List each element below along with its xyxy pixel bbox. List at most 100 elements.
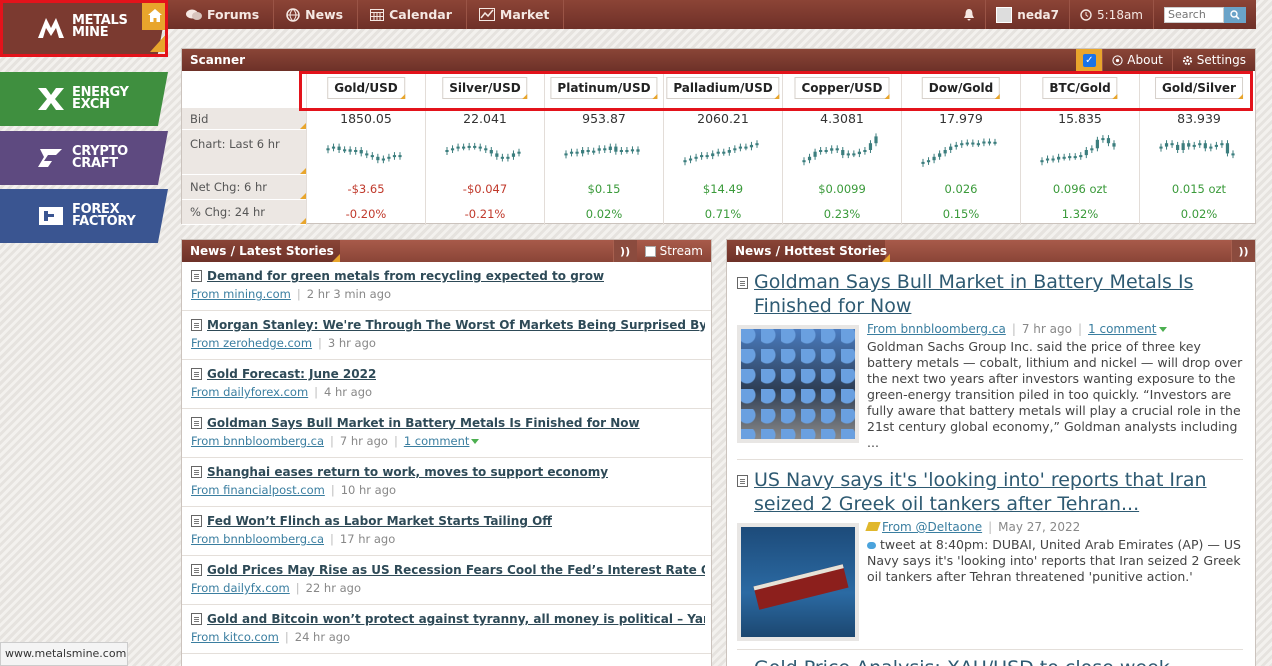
story-source[interactable]: From dailyforex.com	[191, 385, 308, 399]
list-item: Shanghai eases return to work, moves to …	[182, 458, 711, 507]
instrument-symbol[interactable]: Dow/Gold	[921, 77, 1001, 99]
story-age: 4 hr ago	[324, 385, 373, 399]
instrument-symbol[interactable]: BTC/Gold	[1042, 77, 1118, 99]
story-title[interactable]: Morgan Stanley: We're Through The Worst …	[207, 318, 705, 332]
user-menu[interactable]: neda7	[985, 0, 1069, 29]
instrument-symbol[interactable]: Copper/USD	[794, 77, 890, 99]
list-item: Gold and Bitcoin won’t protect against t…	[182, 605, 711, 654]
story-source[interactable]: From mining.com	[191, 287, 291, 301]
hottest-stories-header: News / Hottest Stories ))	[727, 240, 1255, 262]
hot-story-body: tweet at 8:40pm: DUBAI, United Arab Emir…	[867, 537, 1241, 584]
hot-story-source[interactable]: From bnnbloomberg.ca	[867, 322, 1006, 336]
hot-story-age: 7 hr ago	[1021, 322, 1072, 336]
nav-calendar[interactable]: Calendar	[358, 0, 467, 29]
instrument-sparkline[interactable]	[1158, 129, 1236, 171]
story-source[interactable]: From financialpost.com	[191, 483, 325, 497]
story-source[interactable]: From kitco.com	[191, 630, 279, 644]
status-bar-url: www.metalsmine.com	[0, 642, 128, 666]
instrument-sparkline[interactable]	[801, 129, 879, 171]
stream-label: Stream	[659, 244, 703, 258]
search-input[interactable]	[1164, 6, 1224, 23]
hot-story-title[interactable]: Goldman Says Bull Market in Battery Meta…	[754, 270, 1243, 318]
instrument-net-change: 0.026	[944, 182, 978, 196]
story-source[interactable]: From dailyfx.com	[191, 581, 290, 595]
story-source[interactable]: From zerohedge.com	[191, 336, 312, 350]
tab-corner-decoration	[882, 254, 890, 262]
story-comments[interactable]: 1 comment	[404, 434, 470, 448]
instrument-symbol[interactable]: Gold/Silver	[1155, 77, 1243, 99]
story-source[interactable]: From bnnbloomberg.ca	[191, 532, 324, 546]
instrument-pct-change: -0.20%	[345, 207, 387, 221]
scanner-about-link[interactable]: About	[1102, 49, 1171, 71]
instrument-symbol[interactable]: Platinum/USD	[550, 77, 658, 99]
username: neda7	[1017, 7, 1059, 22]
document-icon	[191, 270, 202, 282]
story-title[interactable]: Gold Forecast: June 2022	[207, 367, 376, 381]
nav-forums[interactable]: Forums	[168, 0, 275, 29]
instrument-symbol[interactable]: Palladium/USD	[666, 77, 781, 99]
story-title[interactable]: Gold Prices May Rise as US Recession Fea…	[207, 563, 705, 577]
scanner-panel: Scanner ✓ About Settings Bid Chart: Last…	[181, 48, 1256, 225]
search-button[interactable]	[1224, 6, 1246, 23]
story-title[interactable]: Gold and Bitcoin won’t protect against t…	[207, 612, 705, 626]
stream-toggle[interactable]: Stream	[637, 244, 711, 258]
brand-label-2: MINE	[72, 25, 109, 40]
avatar	[996, 6, 1013, 23]
clock[interactable]: 5:18am	[1069, 0, 1153, 29]
top-navigation-bar: Forums News Calendar Market neda7 5:18am	[168, 0, 1256, 29]
instrument-sparkline[interactable]	[563, 129, 641, 171]
latest-stories-panel: News / Latest Stories )) Stream Demand f…	[181, 239, 712, 666]
instrument-symbol[interactable]: Silver/USD	[442, 77, 529, 99]
instrument-pct-change: 0.02%	[1180, 207, 1218, 221]
notifications-button[interactable]	[953, 0, 985, 29]
hot-story: Goldman Says Bull Market in Battery Meta…	[727, 262, 1255, 460]
instrument-net-change: 0.096 ozt	[1052, 182, 1108, 196]
search-box	[1153, 0, 1256, 29]
story-age: 3 hr ago	[327, 336, 376, 350]
scanner-settings-link[interactable]: Settings	[1171, 49, 1255, 71]
audio-toggle-button[interactable]: ))	[1231, 240, 1255, 262]
document-icon	[191, 564, 202, 576]
latest-stories-title: News / Latest Stories	[190, 244, 334, 258]
nav-market[interactable]: Market	[467, 0, 565, 29]
row-label-bid: Bid	[182, 108, 306, 130]
nav-news-label: News	[305, 7, 344, 22]
story-title[interactable]: Goldman Says Bull Market in Battery Meta…	[207, 416, 640, 430]
hot-story: Gold Price Analysis: XAU/USD to close we…	[727, 650, 1255, 666]
hot-story-comments[interactable]: 1 comment	[1088, 322, 1156, 336]
instrument-net-change: -$3.65	[347, 182, 385, 196]
scanner-title: Scanner	[190, 53, 245, 67]
instrument-bid: 4.3081	[820, 111, 864, 126]
home-icon	[147, 8, 162, 22]
instrument-symbol[interactable]: Gold/USD	[327, 77, 405, 99]
brand-forex-factory[interactable]: FOREX FACTORY	[0, 189, 168, 243]
story-title[interactable]: Demand for green metals from recycling e…	[207, 269, 604, 283]
scanner-column: Platinum/USD 953.87 $0.15 0.02%	[544, 71, 663, 225]
hot-story-title[interactable]: Gold Price Analysis: XAU/USD to close we…	[754, 656, 1188, 666]
instrument-sparkline[interactable]	[1039, 129, 1117, 171]
home-button[interactable]	[142, 0, 167, 30]
brand-label-2: EXCH	[72, 97, 110, 112]
story-title[interactable]: Fed Won’t Flinch as Labor Market Starts …	[207, 514, 552, 528]
instrument-sparkline[interactable]	[444, 129, 522, 171]
hot-story-title[interactable]: US Navy says it's 'looking into' reports…	[754, 468, 1243, 516]
story-title[interactable]: Shanghai eases return to work, moves to …	[207, 465, 608, 479]
oil-tanker-image[interactable]	[737, 523, 859, 641]
hot-story-body: Goldman Sachs Group Inc. said the price …	[867, 339, 1243, 450]
instrument-sparkline[interactable]	[920, 129, 998, 171]
instrument-sparkline[interactable]	[682, 129, 760, 171]
document-icon	[191, 368, 202, 380]
nav-news[interactable]: News	[274, 0, 359, 29]
row-label-chart: Chart: Last 6 hr	[182, 130, 306, 175]
brand-energy-exch[interactable]: ENERGY EXCH	[0, 72, 168, 126]
battery-image[interactable]	[737, 325, 859, 443]
brand-crypto-craft[interactable]: CRYPTO CRAFT	[0, 131, 168, 185]
hot-story-source[interactable]: From @DeItaone	[882, 520, 982, 534]
instrument-pct-change: -0.21%	[464, 207, 506, 221]
stream-checkbox[interactable]	[644, 245, 656, 257]
story-age: 17 hr ago	[339, 532, 396, 546]
instrument-sparkline[interactable]	[325, 129, 403, 171]
scanner-toggle[interactable]: ✓	[1076, 49, 1103, 71]
story-source[interactable]: From bnnbloomberg.ca	[191, 434, 324, 448]
audio-toggle-button[interactable]: ))	[612, 240, 637, 262]
